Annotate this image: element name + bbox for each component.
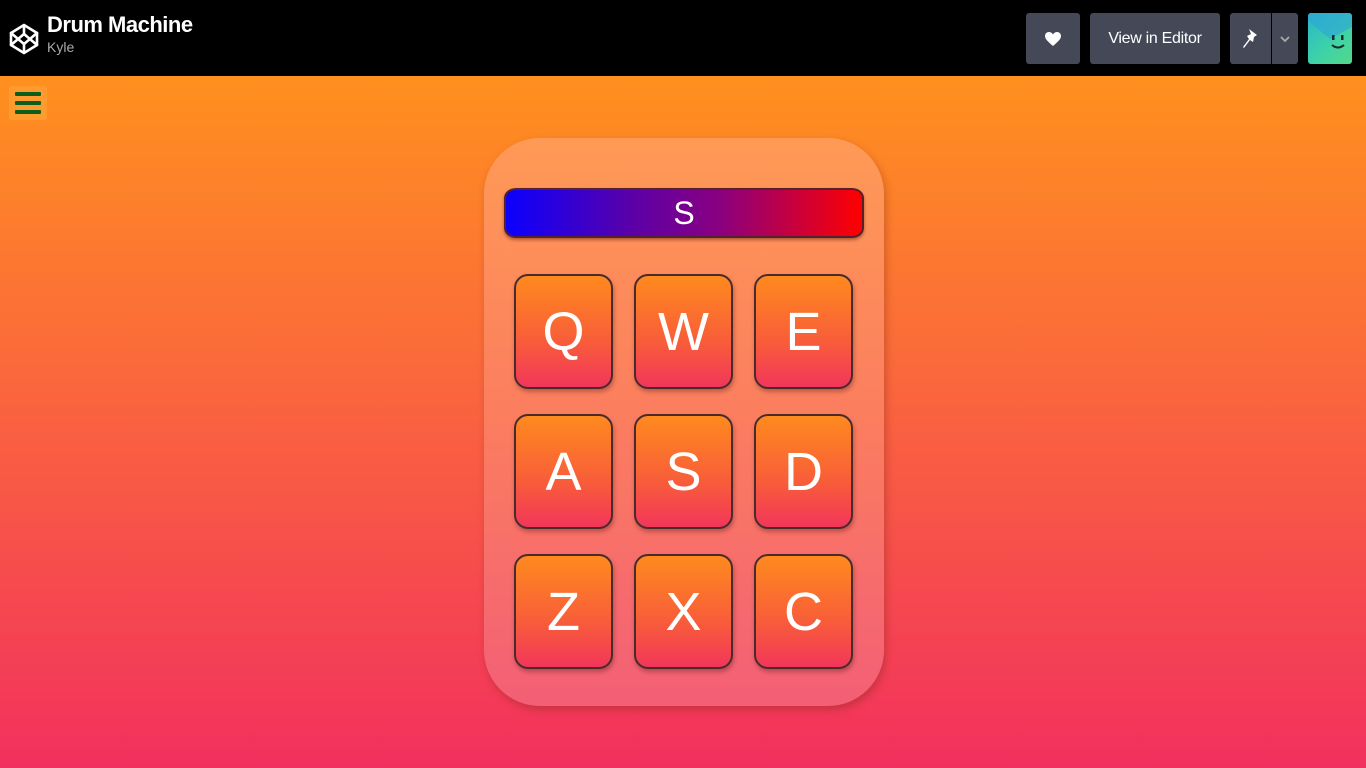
- drum-pad-z[interactable]: Z: [514, 554, 613, 669]
- menu-line: [15, 101, 41, 105]
- drum-pad-c[interactable]: C: [754, 554, 853, 669]
- pen-title-block: Drum Machine Kyle: [47, 12, 193, 56]
- pin-icon: [1242, 28, 1257, 48]
- view-in-editor-button[interactable]: View in Editor: [1090, 13, 1220, 64]
- drum-pad-d[interactable]: D: [754, 414, 853, 529]
- drum-pad-s[interactable]: S: [634, 414, 733, 529]
- codepen-logo-icon[interactable]: [8, 22, 40, 56]
- user-avatar[interactable]: [1308, 13, 1352, 64]
- chevron-down-icon: [1280, 35, 1290, 42]
- pen-title: Drum Machine: [47, 12, 193, 37]
- drum-pad-e[interactable]: E: [754, 274, 853, 389]
- display: S: [504, 188, 864, 238]
- drum-pad-a[interactable]: A: [514, 414, 613, 529]
- love-button[interactable]: [1026, 13, 1080, 64]
- drum-pad-x[interactable]: X: [634, 554, 733, 669]
- pen-author[interactable]: Kyle: [47, 38, 193, 56]
- menu-line: [15, 92, 41, 96]
- drum-pad-w[interactable]: W: [634, 274, 733, 389]
- hamburger-menu-button[interactable]: [9, 86, 47, 120]
- top-bar: Drum Machine Kyle View in Editor: [0, 0, 1366, 76]
- pin-dropdown-button[interactable]: [1272, 13, 1298, 64]
- main-stage: S Q W E A S D Z X C: [0, 76, 1366, 768]
- drum-pad-q[interactable]: Q: [514, 274, 613, 389]
- avatar-face-icon: [1308, 13, 1352, 49]
- drum-machine: S Q W E A S D Z X C: [484, 138, 884, 706]
- menu-line: [15, 110, 41, 114]
- heart-icon: [1045, 31, 1061, 46]
- pin-button[interactable]: [1230, 13, 1271, 64]
